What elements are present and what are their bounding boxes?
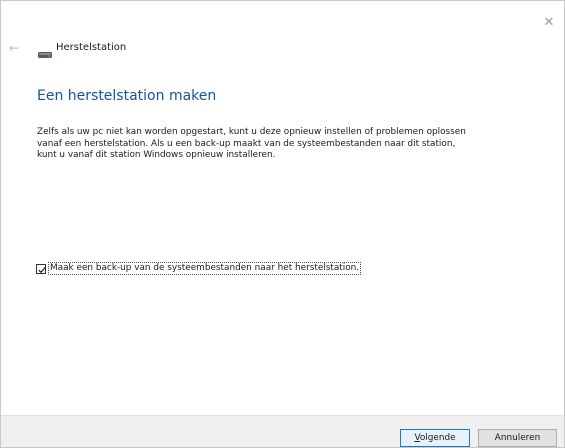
recovery-drive-window: ← Herstelstation ✕ Een herstelstation ma… — [0, 0, 565, 448]
description-line: kunt u vanaf dit station Windows opnieuw… — [37, 150, 276, 161]
close-button[interactable]: ✕ — [539, 13, 559, 33]
description-line: vanaf een herstelstation. Als u een back… — [37, 138, 456, 149]
cancel-button[interactable]: Annuleren — [478, 429, 557, 447]
drive-icon — [37, 45, 53, 58]
backup-system-files-label[interactable]: Maak een back-up van de systeembestanden… — [47, 262, 362, 275]
backup-system-files-checkbox[interactable] — [36, 263, 46, 274]
window-title: Herstelstation — [56, 42, 127, 53]
description-line: Zelfs als uw pc niet kan worden opgestar… — [37, 127, 466, 137]
next-button[interactable]: Volgende — [400, 429, 470, 447]
back-arrow-icon[interactable]: ← — [9, 41, 23, 55]
description-text: Zelfs als uw pc niet kan worden opgestar… — [37, 127, 517, 162]
backup-system-files-option[interactable]: Maak een back-up van de systeembestanden… — [36, 262, 362, 275]
page-heading: Een herstelstation maken — [37, 88, 217, 104]
footer-bar: Volgende Annuleren — [1, 415, 564, 447]
checkmark-icon — [38, 266, 46, 273]
next-label-rest: olgende — [419, 433, 456, 443]
close-icon: ✕ — [543, 15, 555, 30]
title-bar: ← Herstelstation ✕ — [1, 1, 564, 63]
